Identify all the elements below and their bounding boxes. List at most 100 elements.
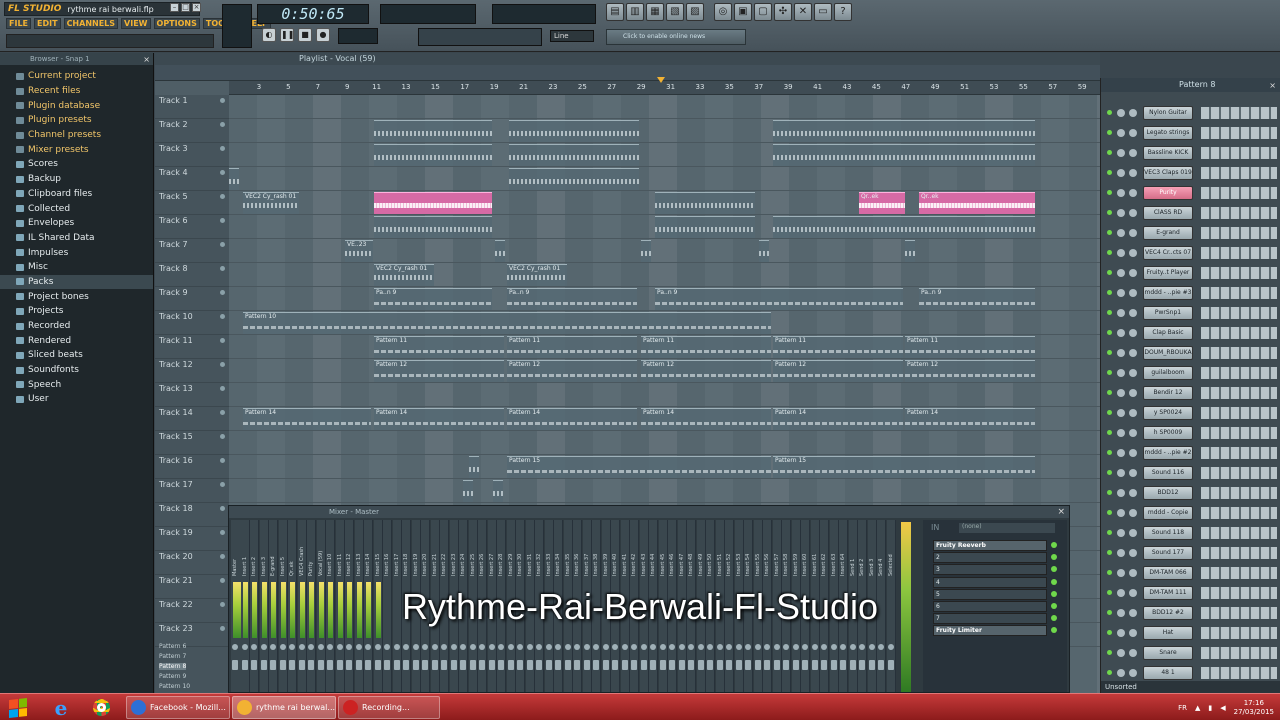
channel-row[interactable]: BDD12 — [1105, 484, 1280, 502]
pan-knob[interactable] — [593, 644, 599, 650]
channel-mute-led[interactable] — [1107, 390, 1112, 395]
channel-volume-knob[interactable] — [1129, 609, 1137, 617]
step-sequencer[interactable] — [1201, 467, 1277, 479]
volume-fader[interactable] — [308, 660, 314, 670]
channel-button[interactable]: mddd - ..pie #3 — [1143, 286, 1193, 300]
tools-icon[interactable]: ✣ — [774, 3, 792, 21]
channel-volume-knob[interactable] — [1129, 589, 1137, 597]
track-header[interactable]: Track 4 — [155, 167, 229, 191]
pan-knob[interactable] — [507, 644, 514, 650]
track-header[interactable]: Track 14 — [155, 407, 229, 431]
mixer-icon[interactable]: ▧ — [666, 3, 684, 21]
channel-volume-knob[interactable] — [1129, 669, 1137, 677]
pan-knob[interactable] — [308, 644, 314, 650]
volume-fader[interactable] — [688, 660, 694, 670]
channel-button[interactable]: Bassline KICK — [1143, 146, 1193, 160]
channel-mute-led[interactable] — [1107, 330, 1112, 335]
timeline-ruler[interactable]: 3 5 7 9 11 13 15 17 19 21 23 25 27 29 31 33 35 37 39 41 43 45… — [229, 81, 1100, 95]
track-mute-icon[interactable] — [220, 458, 225, 463]
volume-fader[interactable] — [431, 660, 438, 670]
volume-fader[interactable] — [612, 660, 618, 670]
volume-fader[interactable] — [412, 660, 419, 670]
playlist-clip[interactable] — [374, 120, 492, 142]
pan-knob[interactable] — [840, 644, 846, 650]
pan-knob[interactable] — [659, 644, 666, 650]
volume-fader[interactable] — [773, 660, 780, 670]
channel-volume-knob[interactable] — [1129, 469, 1137, 477]
channel-row[interactable]: Nylon Guitar — [1105, 104, 1280, 122]
browser-item[interactable]: User — [0, 392, 153, 407]
track-header[interactable]: Track 15 — [155, 431, 229, 455]
track-mute-icon[interactable] — [220, 362, 225, 367]
playlist-clip[interactable]: Pa..n 9 — [919, 288, 1035, 310]
channel-row[interactable]: mddd - ..pie #2 — [1105, 444, 1280, 462]
volume-fader[interactable] — [374, 660, 381, 670]
track-mute-icon[interactable] — [220, 554, 225, 559]
pan-knob[interactable] — [821, 644, 827, 650]
channel-volume-knob[interactable] — [1129, 349, 1137, 357]
volume-fader[interactable] — [631, 660, 637, 670]
volume-fader[interactable] — [849, 660, 856, 670]
channel-row[interactable]: 48 1 — [1105, 664, 1280, 682]
channel-mute-led[interactable] — [1107, 510, 1112, 515]
channel-button[interactable]: PwrSnp1 — [1143, 306, 1193, 320]
fx-slot[interactable]: 2 — [933, 552, 1047, 564]
pan-knob[interactable] — [640, 644, 647, 650]
playlist-clip[interactable] — [229, 168, 239, 190]
taskbar-button[interactable]: Facebook - Mozill... — [126, 696, 230, 719]
step-sequencer[interactable] — [1201, 267, 1277, 279]
browser-item[interactable]: Recent files — [0, 84, 153, 99]
playlist-clip[interactable]: Pattern 12 — [905, 360, 1035, 382]
playlist-clip[interactable]: Pattern 15 — [507, 456, 771, 478]
playlist-clip[interactable]: VEC2 Cy_rash 01 — [374, 264, 434, 286]
playlist-clip[interactable]: Pa..n 9 — [374, 288, 492, 310]
fx-enable-led[interactable] — [1051, 542, 1057, 548]
playlist-clip[interactable] — [493, 480, 503, 502]
track-header[interactable]: Track 5 — [155, 191, 229, 215]
pan-knob[interactable] — [403, 644, 409, 650]
playlist-clip[interactable]: Pattern 14 — [773, 408, 903, 430]
channel-button[interactable]: mddd - ..pie #2 — [1143, 446, 1193, 460]
pan-knob[interactable] — [849, 644, 856, 650]
browser-item[interactable]: Current project — [0, 69, 153, 84]
tray-arrow-icon[interactable]: ▲ — [1195, 704, 1200, 712]
channel-row[interactable]: Sound 177 — [1105, 544, 1280, 562]
playlist-clip[interactable]: Pa..n 9 — [655, 288, 903, 310]
track-mute-icon[interactable] — [220, 170, 225, 175]
playlist-clip[interactable]: Pattern 12 — [773, 360, 903, 382]
step-sequencer[interactable] — [1201, 587, 1277, 599]
pan-knob[interactable] — [536, 644, 542, 650]
pan-knob[interactable] — [650, 644, 656, 650]
playlist-clip[interactable]: Qr..ek — [919, 192, 1035, 214]
track-header[interactable]: Track 2 — [155, 119, 229, 143]
save-icon[interactable]: ▢ — [754, 3, 772, 21]
playlist-clip[interactable]: Pa..n 9 — [507, 288, 637, 310]
channel-button[interactable]: Fruity..t Player — [1143, 266, 1193, 280]
track-header[interactable]: Track 19 — [155, 527, 229, 551]
volume-fader[interactable] — [498, 660, 504, 670]
browser-item[interactable]: Speech — [0, 377, 153, 392]
internet-explorer-icon[interactable]: e — [44, 696, 78, 720]
channel-row[interactable]: Sound 118 — [1105, 524, 1280, 542]
channel-mute-led[interactable] — [1107, 310, 1112, 315]
clock[interactable]: 17:16 27/03/2015 — [1234, 699, 1274, 717]
channel-button[interactable]: ClASS RD — [1143, 206, 1193, 220]
playlist-clip[interactable]: Pattern 14 — [507, 408, 637, 430]
channel-mute-led[interactable] — [1107, 350, 1112, 355]
pan-knob[interactable] — [773, 644, 780, 650]
channel-button[interactable]: DM-TAM 111 — [1143, 586, 1193, 600]
volume-fader[interactable] — [488, 660, 495, 670]
playlist-clip[interactable] — [905, 240, 915, 262]
channel-pan-knob[interactable] — [1117, 609, 1125, 617]
taskbar-button[interactable]: Recording... — [338, 696, 440, 719]
track-mute-icon[interactable] — [220, 146, 225, 151]
step-sequencer[interactable] — [1201, 367, 1277, 379]
fx-slot[interactable]: Fruity Reeverb — [933, 540, 1047, 551]
menu-view[interactable]: VIEW — [121, 18, 151, 29]
channel-pan-knob[interactable] — [1117, 489, 1125, 497]
track-header[interactable]: Track 10 — [155, 311, 229, 335]
pan-knob[interactable] — [811, 644, 818, 650]
master-volume-slider[interactable] — [222, 4, 252, 48]
step-sequencer[interactable] — [1201, 287, 1277, 299]
volume-fader[interactable] — [802, 660, 808, 670]
